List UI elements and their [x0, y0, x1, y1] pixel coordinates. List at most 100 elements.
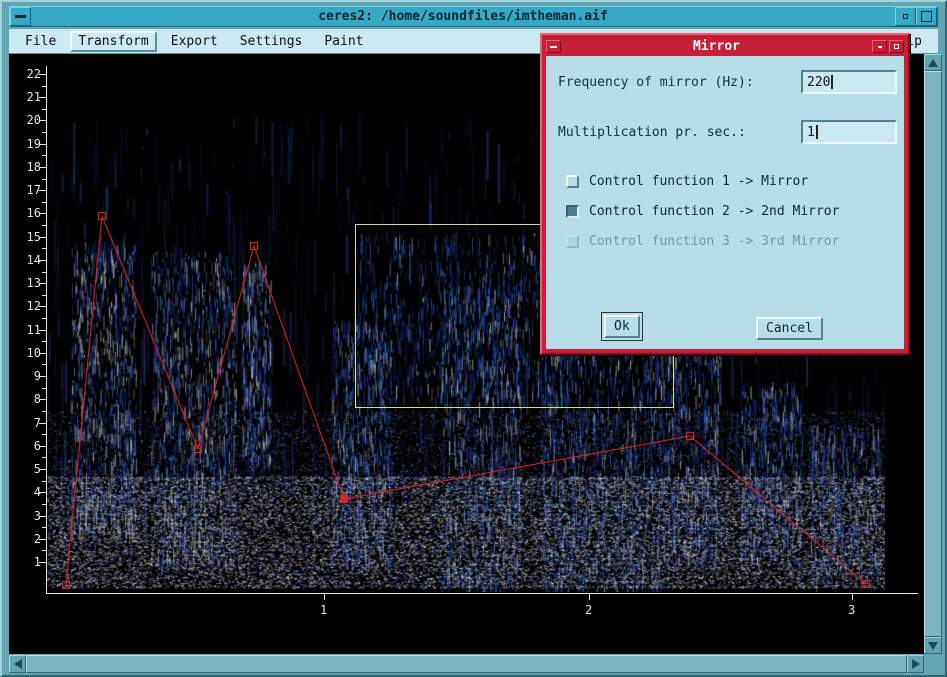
y-tick	[39, 144, 47, 145]
x-tick	[852, 593, 853, 600]
horizontal-scrollbar[interactable]	[9, 655, 924, 673]
scroll-left-button[interactable]	[9, 655, 26, 673]
dialog-menu-icon	[550, 46, 557, 48]
y-minor-tick	[42, 481, 47, 482]
y-tick	[39, 237, 47, 238]
y-tick	[39, 260, 47, 261]
dialog-maximize-button[interactable]	[889, 40, 904, 53]
y-tick	[39, 469, 47, 470]
y-tick	[39, 562, 47, 563]
y-tick	[39, 283, 47, 284]
y-minor-tick	[42, 202, 47, 203]
window-menu-button[interactable]	[10, 7, 31, 26]
y-minor-tick	[42, 179, 47, 180]
y-tick-label: 8	[13, 391, 41, 407]
y-tick	[39, 516, 47, 517]
dialog-menu-button[interactable]	[546, 40, 561, 53]
scroll-up-icon	[928, 59, 938, 67]
x-tick-label: 1	[320, 603, 327, 617]
y-tick-label: 4	[13, 484, 41, 500]
y-tick-label: 1	[13, 554, 41, 570]
y-minor-tick	[42, 295, 47, 296]
y-tick-label: 3	[13, 508, 41, 524]
checkbox-label-1: Control function 1 -> Mirror	[589, 174, 808, 189]
y-tick-label: 19	[13, 136, 41, 152]
y-minor-tick	[42, 86, 47, 87]
y-minor-tick	[42, 272, 47, 273]
y-tick-label: 10	[13, 345, 41, 361]
x-axis-line	[46, 593, 918, 594]
checkbox-row-control-function-1[interactable]: Control function 1 -> Mirror	[566, 174, 808, 189]
window-titlebar[interactable]: ceres2: /home/soundfiles/imtheman.aif	[9, 6, 938, 27]
ok-button[interactable]: Ok	[604, 315, 640, 338]
scrollbar-corner	[924, 655, 942, 673]
checkbox-row-control-function-2[interactable]: Control function 2 -> 2nd Mirror	[566, 204, 839, 219]
multiplication-input[interactable]: 1	[801, 120, 897, 144]
checkbox-control-function-2[interactable]	[566, 205, 579, 218]
horizontal-scroll-thumb[interactable]	[26, 655, 907, 673]
dialog-title: Mirror	[562, 39, 871, 54]
y-tick	[39, 97, 47, 98]
y-tick	[39, 213, 47, 214]
x-tick-label: 3	[848, 603, 855, 617]
vertical-scroll-thumb[interactable]	[924, 71, 942, 637]
menu-transform[interactable]: Transform	[70, 31, 156, 52]
y-tick	[39, 167, 47, 168]
dialog-body: Frequency of mirror (Hz): 220 Multiplica…	[546, 56, 904, 349]
menu-export[interactable]: Export	[163, 31, 226, 52]
y-minor-tick	[42, 318, 47, 319]
y-tick	[39, 492, 47, 493]
minimize-button[interactable]	[895, 7, 916, 26]
x-tick-label: 2	[585, 603, 592, 617]
scroll-right-icon	[912, 659, 920, 669]
scroll-down-button[interactable]	[924, 637, 942, 654]
dialog-titlebar[interactable]: Mirror	[545, 38, 905, 55]
scroll-down-icon	[928, 642, 938, 650]
y-tick	[39, 306, 47, 307]
dialog-maximize-icon	[894, 44, 899, 49]
y-minor-tick	[42, 504, 47, 505]
y-minor-tick	[42, 434, 47, 435]
maximize-icon	[921, 11, 932, 22]
y-tick-label: 11	[13, 322, 41, 338]
y-tick	[39, 120, 47, 121]
y-tick	[39, 74, 47, 75]
y-tick	[39, 539, 47, 540]
y-tick-label: 18	[13, 159, 41, 175]
y-tick-label: 15	[13, 229, 41, 245]
checkbox-control-function-1[interactable]	[566, 175, 579, 188]
y-tick-label: 13	[13, 275, 41, 291]
window-title: ceres2: /home/soundfiles/imtheman.aif	[31, 9, 895, 24]
y-minor-tick	[42, 248, 47, 249]
checkbox-row-control-function-3: Control function 3 -> 3rd Mirror	[566, 234, 839, 249]
y-tick-label: 9	[13, 368, 41, 384]
scroll-up-button[interactable]	[924, 54, 942, 71]
vertical-scrollbar[interactable]	[924, 54, 942, 654]
y-minor-tick	[42, 155, 47, 156]
y-tick-label: 20	[13, 112, 41, 128]
maximize-button[interactable]	[916, 7, 937, 26]
scroll-right-button[interactable]	[907, 655, 924, 673]
y-tick-label: 12	[13, 298, 41, 314]
minimize-icon	[903, 14, 908, 19]
menu-paint[interactable]: Paint	[316, 31, 371, 52]
y-tick-label: 2	[13, 531, 41, 547]
y-minor-tick	[42, 364, 47, 365]
y-minor-tick	[42, 411, 47, 412]
dialog-minimize-icon	[878, 46, 882, 48]
y-tick	[39, 423, 47, 424]
frequency-input[interactable]: 220	[801, 70, 897, 94]
menu-settings[interactable]: Settings	[232, 31, 311, 52]
menu-file[interactable]: File	[17, 31, 64, 52]
multiplication-label: Multiplication pr. sec.:	[558, 125, 746, 140]
text-caret	[831, 75, 833, 89]
y-tick	[39, 330, 47, 331]
y-tick-label: 14	[13, 252, 41, 268]
cancel-button[interactable]: Cancel	[756, 317, 823, 340]
dialog-minimize-button[interactable]	[872, 40, 887, 53]
x-tick	[589, 593, 590, 600]
y-tick-label: 7	[13, 415, 41, 431]
y-tick	[39, 190, 47, 191]
y-tick-label: 22	[13, 66, 41, 82]
mirror-dialog: Mirror Frequency of mirror (Hz): 220 Mul…	[540, 33, 910, 355]
